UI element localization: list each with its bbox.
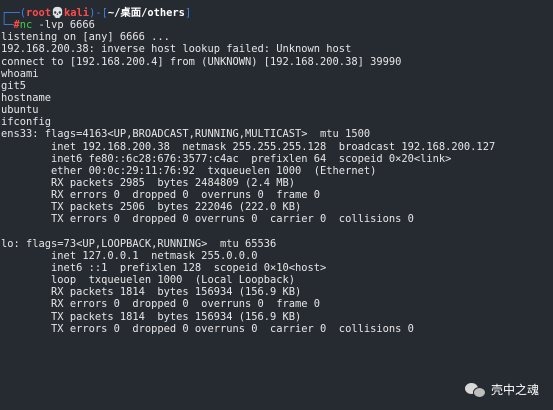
output-line: ether 00:0c:29:11:76:92 txqueuelen 1000 … (1, 164, 377, 177)
output-line: RX errors 0 dropped 0 overruns 0 frame 0 (1, 298, 321, 311)
output-line: ifconfig (1, 116, 52, 129)
output-line: RX packets 1814 bytes 156934 (156.9 KB) (1, 286, 302, 299)
prompt-cwd: ~/桌面/others (107, 7, 185, 19)
output-line: TX errors 0 dropped 0 overruns 0 carrier… (1, 213, 414, 226)
output-line: git5 (1, 79, 27, 92)
watermark: 壳中之魂 (464, 381, 539, 398)
output-line: ens33: flags=4163<UP,BROADCAST,RUNNING,M… (1, 128, 371, 141)
command-args: -lvp 6666 (32, 19, 95, 32)
prompt-corner-top: ┌── (1, 7, 20, 19)
output-line: TX errors 0 dropped 0 overruns 0 carrier… (1, 322, 414, 335)
output-line: 192.168.200.38: inverse host lookup fail… (1, 43, 352, 56)
prompt-close-bracket: ] (184, 7, 192, 19)
prompt-host: kali (64, 7, 90, 19)
output-line: RX errors 0 dropped 0 overruns 0 frame 0 (1, 189, 321, 202)
output-line: RX packets 2985 bytes 2484809 (2.4 MB) (1, 176, 296, 189)
output-line: TX packets 2506 bytes 222046 (222.0 KB) (1, 201, 302, 214)
output-line: loop txqueuelen 1000 (Local Loopback) (1, 274, 296, 287)
output-line: inet6 fe80::6c28:676:3577:c4ac prefixlen… (1, 152, 452, 165)
prompt-user: root (26, 7, 52, 19)
command-name: nc (19, 19, 33, 32)
prompt-line-1: ┌──(root💀kali)-[~/桌面/others] (1, 7, 495, 19)
prompt-dash-open: -[ (95, 7, 108, 19)
prompt-corner-bottom: └─ (1, 19, 14, 32)
output-line: TX packets 1814 bytes 156934 (156.9 KB) (1, 310, 302, 323)
terminal-window[interactable]: ┌──(root💀kali)-[~/桌面/others] └─#nc -lvp … (0, 0, 553, 410)
output-line: connect to [192.168.200.4] from (UNKNOWN… (1, 55, 402, 68)
output-line: inet 127.0.0.1 netmask 255.0.0.0 (1, 249, 258, 262)
terminal-output: ┌──(root💀kali)-[~/桌面/others] └─#nc -lvp … (1, 7, 495, 335)
output-line: listening on [any] 6666 ... (1, 31, 170, 44)
output-line: inet6 ::1 prefixlen 128 scopeid 0×10<hos… (1, 261, 327, 274)
wechat-icon (464, 381, 486, 398)
output-line: inet 192.168.200.38 netmask 255.255.255.… (1, 140, 496, 153)
output-line: ubuntu (1, 104, 39, 117)
watermark-text: 壳中之魂 (490, 383, 539, 397)
output-line: lo: flags=73<UP,LOOPBACK,RUNNING> mtu 65… (1, 237, 277, 250)
output-line: whoami (1, 67, 39, 80)
prompt-line-2: └─#nc -lvp 6666 (1, 19, 495, 31)
output-line: hostname (1, 91, 52, 104)
skull-icon: 💀 (51, 7, 65, 19)
